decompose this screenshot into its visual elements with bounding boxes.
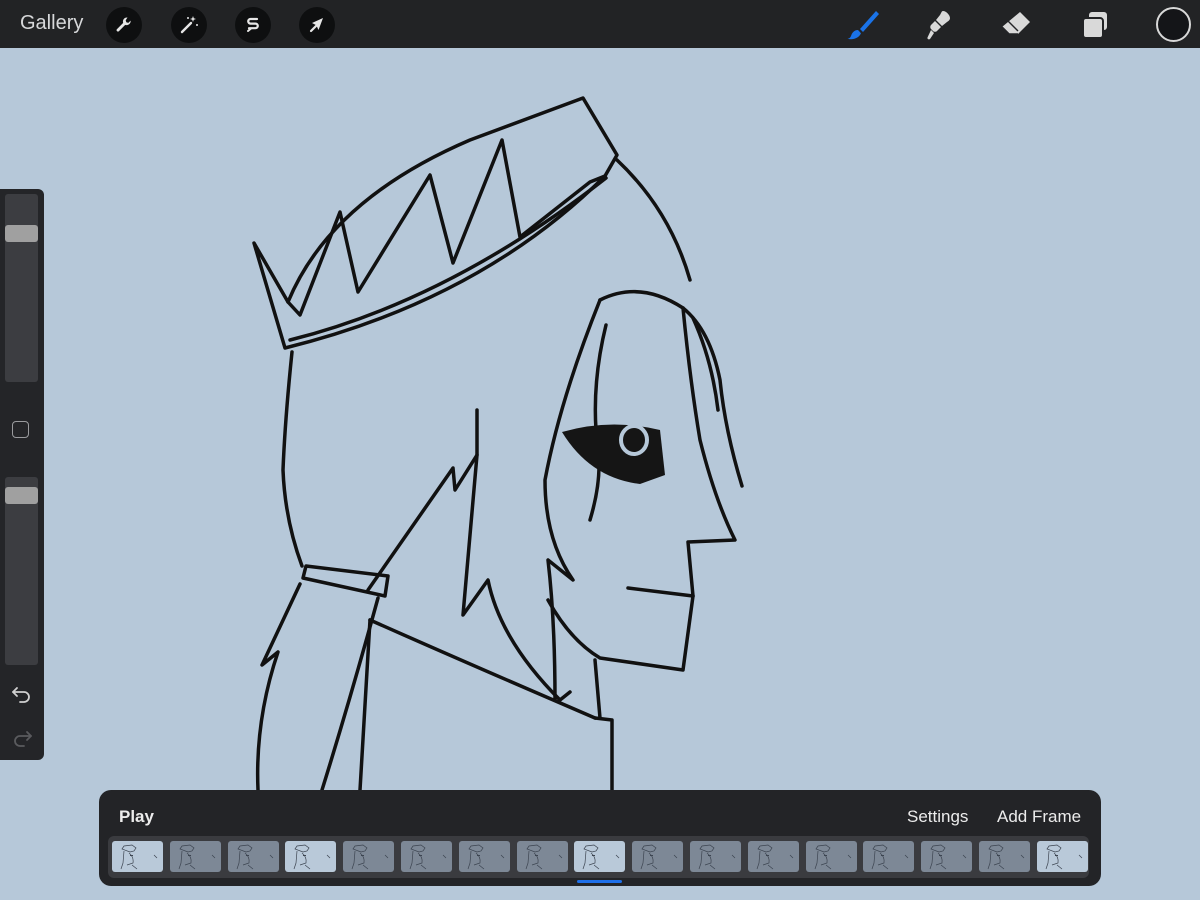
brush-tool[interactable] xyxy=(843,6,883,44)
layers-tool[interactable] xyxy=(1075,6,1115,44)
transform-button[interactable] xyxy=(299,7,335,43)
frame-thumbnail[interactable] xyxy=(169,841,221,872)
opacity-slider[interactable] xyxy=(5,477,38,665)
current-frame-indicator xyxy=(577,880,623,883)
sketch-lines xyxy=(252,96,744,792)
frame-thumbnail[interactable] xyxy=(343,841,395,872)
smudge-tool[interactable] xyxy=(919,6,959,44)
eraser-tool[interactable] xyxy=(996,6,1036,44)
undo-button[interactable] xyxy=(10,682,34,706)
animation-assist-panel: Play Settings Add Frame xyxy=(99,790,1101,886)
brush-icon xyxy=(847,11,879,40)
frame-thumbnail[interactable] xyxy=(690,841,741,872)
selection-button[interactable] xyxy=(235,7,271,43)
eraser-icon xyxy=(1001,12,1030,35)
frame-thumbnail[interactable] xyxy=(747,841,799,872)
selection-icon xyxy=(247,17,259,32)
modifier-square-icon[interactable] xyxy=(12,421,29,438)
magic-wand-icon xyxy=(180,16,198,34)
eye-shape xyxy=(562,424,665,484)
frame-thumbnail[interactable] xyxy=(921,841,973,872)
frame-thumbnail[interactable] xyxy=(285,841,337,872)
transform-arrow-icon xyxy=(309,18,323,33)
actions-button[interactable] xyxy=(106,7,142,43)
frame-thumbnail[interactable] xyxy=(979,841,1030,872)
brush-size-handle[interactable] xyxy=(5,224,38,242)
undo-icon xyxy=(12,687,30,703)
smudge-icon xyxy=(927,11,950,40)
frame-thumbnail[interactable] xyxy=(574,841,626,872)
wrench-icon xyxy=(116,17,131,32)
top-toolbar: Gallery xyxy=(0,0,1200,48)
add-frame-button[interactable]: Add Frame xyxy=(997,807,1081,827)
brush-size-slider[interactable] xyxy=(5,194,38,382)
frame-thumbnail[interactable] xyxy=(1036,841,1088,872)
frame-thumbnail[interactable] xyxy=(112,841,163,872)
frame-thumbnail[interactable] xyxy=(516,841,568,872)
color-picker-button[interactable] xyxy=(1156,7,1191,42)
layers-icon xyxy=(1082,12,1107,39)
drawing-canvas[interactable] xyxy=(0,48,1200,900)
settings-button[interactable]: Settings xyxy=(907,807,968,827)
gallery-button[interactable]: Gallery xyxy=(20,12,83,35)
frame-thumbnail[interactable] xyxy=(805,841,857,872)
adjustments-button[interactable] xyxy=(171,7,207,43)
frame-thumbnail[interactable] xyxy=(632,841,684,872)
frame-thumbnail[interactable] xyxy=(227,841,279,872)
left-sidebar xyxy=(0,189,44,760)
redo-button[interactable] xyxy=(10,726,34,750)
opacity-handle[interactable] xyxy=(5,487,38,505)
redo-icon xyxy=(14,731,32,747)
frame-thumbnail[interactable] xyxy=(863,841,915,872)
frame-thumbnail[interactable] xyxy=(458,841,510,872)
play-button[interactable]: Play xyxy=(119,807,154,827)
frame-thumbnail[interactable] xyxy=(401,841,452,872)
frame-timeline[interactable] xyxy=(108,836,1089,878)
